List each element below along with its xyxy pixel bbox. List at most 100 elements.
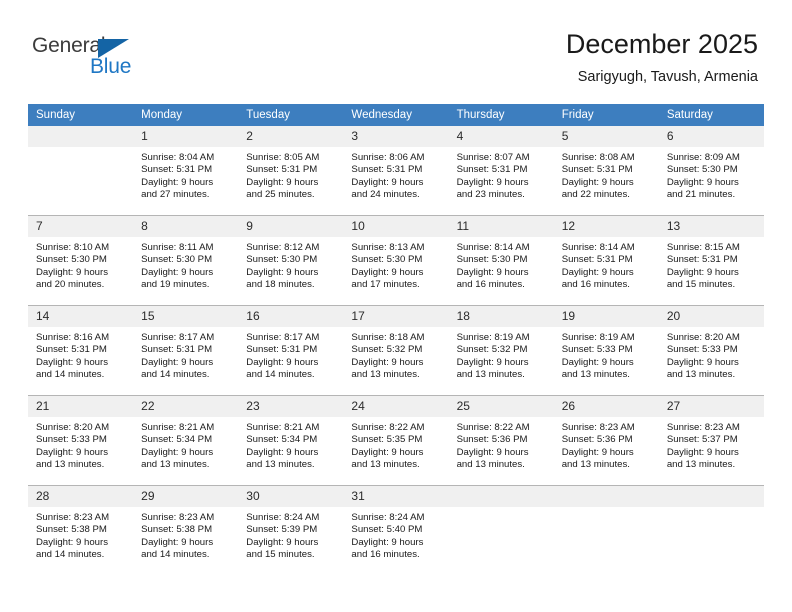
sunrise-text: Sunrise: 8:19 AM <box>561 332 635 343</box>
sunrise-text: Sunrise: 8:23 AM <box>141 512 215 523</box>
sunrise-text: Sunrise: 8:11 AM <box>141 242 214 253</box>
daylight-text-line1: Daylight: 9 hours <box>351 176 424 188</box>
sunrise-text: Sunrise: 8:10 AM <box>36 242 110 253</box>
calendar-day-cell[interactable]: 26 Sunrise: 8:23 AM Sunset: 5:36 PM Dayligh… <box>553 395 659 486</box>
day-sun-info: Sunrise: 8:10 AM Sunset: 5:30 PM Daylight:… <box>28 237 133 291</box>
calendar-day-cell[interactable]: 22 Sunrise: 8:21 AM Sunset: 5:34 PM Dayligh… <box>133 395 239 486</box>
day-sun-info: Sunrise: 8:24 AM Sunset: 5:39 PM Daylight:… <box>238 507 343 561</box>
calendar-day-cell[interactable]: 2 Sunrise: 8:05 AM Sunset: 5:31 PM Daylight… <box>238 126 344 216</box>
calendar-day-cell[interactable]: 7 Sunrise: 8:10 AM Sunset: 5:30 PM Daylight… <box>28 215 134 306</box>
sunrise-text: Sunrise: 8:23 AM <box>666 422 740 433</box>
calendar-day-cell[interactable]: 6 Sunrise: 8:09 AM Sunset: 5:30 PM Daylight… <box>658 126 764 216</box>
day-sun-info: Sunrise: 8:24 AM Sunset: 5:40 PM Daylight:… <box>343 507 448 561</box>
calendar-week-row: 28 Sunrise: 8:23 AM Sunset: 5:38 PM Dayligh… <box>28 485 764 575</box>
sunrise-text: Sunrise: 8:23 AM <box>36 512 110 523</box>
day-sun-info: Sunrise: 8:19 AM Sunset: 5:33 PM Daylight:… <box>554 327 659 381</box>
day-sun-info: Sunrise: 8:22 AM Sunset: 5:35 PM Daylight:… <box>343 417 448 471</box>
calendar-day-cell[interactable]: 28 Sunrise: 8:23 AM Sunset: 5:38 PM Dayligh… <box>28 485 134 575</box>
day-sun-info: Sunrise: 8:07 AM Sunset: 5:31 PM Daylight:… <box>449 147 554 201</box>
day-sun-info: Sunrise: 8:19 AM Sunset: 5:32 PM Daylight:… <box>449 327 554 381</box>
daylight-text-line2: and 13 minutes. <box>561 368 630 380</box>
general-blue-logo[interactable]: General Blue <box>32 34 182 86</box>
calendar-day-cell[interactable]: 15 Sunrise: 8:17 AM Sunset: 5:31 PM Dayligh… <box>133 305 239 396</box>
day-number: 15 <box>133 306 239 327</box>
day-number: 23 <box>238 396 344 417</box>
daylight-text-line1: Daylight: 9 hours <box>666 446 739 458</box>
calendar-day-cell[interactable]: 17 Sunrise: 8:18 AM Sunset: 5:32 PM Dayligh… <box>343 305 449 396</box>
day-number: 3 <box>343 126 449 147</box>
day-sun-info: Sunrise: 8:20 AM Sunset: 5:33 PM Daylight:… <box>659 327 764 381</box>
day-number: 25 <box>448 396 554 417</box>
calendar-day-cell[interactable]: 8 Sunrise: 8:11 AM Sunset: 5:30 PM Daylight… <box>133 215 239 306</box>
daylight-text-line1: Daylight: 9 hours <box>36 356 108 368</box>
daylight-text-line2: and 27 minutes. <box>141 188 210 200</box>
calendar-day-cell[interactable]: 10 Sunrise: 8:13 AM Sunset: 5:30 PM Dayligh… <box>343 215 449 306</box>
day-sun-info: Sunrise: 8:23 AM Sunset: 5:38 PM Daylight:… <box>28 507 133 561</box>
sunrise-text: Sunrise: 8:22 AM <box>456 422 530 433</box>
sunrise-text: Sunrise: 8:05 AM <box>246 152 320 163</box>
calendar-day-cell[interactable]: 29 Sunrise: 8:23 AM Sunset: 5:38 PM Dayligh… <box>133 485 239 575</box>
daylight-text-line2: and 23 minutes. <box>456 188 525 200</box>
day-number: 8 <box>133 216 239 237</box>
daylight-text-line1: Daylight: 9 hours <box>561 356 634 368</box>
daylight-text-line2: and 18 minutes. <box>246 278 315 290</box>
page-header: General Blue December 2025 Sarigyugh, Ta… <box>0 0 792 104</box>
daylight-text-line2: and 20 minutes. <box>36 278 105 290</box>
sunset-text: Sunset: 5:35 PM <box>351 434 423 446</box>
day-number: 27 <box>658 396 764 417</box>
calendar-day-cell[interactable]: 24 Sunrise: 8:22 AM Sunset: 5:35 PM Dayligh… <box>343 395 449 486</box>
day-number <box>448 486 554 507</box>
calendar-day-cell[interactable]: 14 Sunrise: 8:16 AM Sunset: 5:31 PM Dayligh… <box>28 305 134 396</box>
weekday-header-sunday: Sunday <box>28 104 134 126</box>
day-number: 28 <box>28 486 134 507</box>
day-number: 11 <box>448 216 554 237</box>
sunrise-text: Sunrise: 8:21 AM <box>246 422 320 433</box>
calendar-day-cell[interactable]: 5 Sunrise: 8:08 AM Sunset: 5:31 PM Daylight… <box>553 126 659 216</box>
weekday-header-row: Sunday Monday Tuesday Wednesday Thursday… <box>28 104 764 126</box>
daylight-text-line1: Daylight: 9 hours <box>36 446 108 458</box>
daylight-text-line1: Daylight: 9 hours <box>36 266 108 278</box>
day-number <box>658 486 764 507</box>
calendar-day-cell[interactable]: 11 Sunrise: 8:14 AM Sunset: 5:30 PM Dayligh… <box>448 215 554 306</box>
calendar-day-cell[interactable]: 27 Sunrise: 8:23 AM Sunset: 5:37 PM Dayligh… <box>658 395 764 486</box>
daylight-text-line1: Daylight: 9 hours <box>141 446 214 458</box>
calendar-week-row: 7 Sunrise: 8:10 AM Sunset: 5:30 PM Daylight… <box>28 215 764 306</box>
calendar-day-cell[interactable]: 21 Sunrise: 8:20 AM Sunset: 5:33 PM Dayligh… <box>28 395 134 486</box>
day-number: 26 <box>553 396 659 417</box>
calendar-day-cell[interactable]: 12 Sunrise: 8:14 AM Sunset: 5:31 PM Dayligh… <box>553 215 659 306</box>
calendar-day-cell[interactable]: 23 Sunrise: 8:21 AM Sunset: 5:34 PM Dayligh… <box>238 395 344 486</box>
day-number <box>553 486 659 507</box>
calendar-day-cell[interactable]: 1 Sunrise: 8:04 AM Sunset: 5:31 PM Daylight… <box>133 126 239 216</box>
day-number: 24 <box>343 396 449 417</box>
daylight-text-line2: and 14 minutes. <box>36 368 105 380</box>
calendar-week-row: 21 Sunrise: 8:20 AM Sunset: 5:33 PM Dayligh… <box>28 395 764 486</box>
page-title: December 2025 <box>565 29 758 59</box>
day-sun-info: Sunrise: 8:08 AM Sunset: 5:31 PM Daylight:… <box>554 147 659 201</box>
sunset-text: Sunset: 5:31 PM <box>351 164 423 176</box>
daylight-text-line1: Daylight: 9 hours <box>351 446 424 458</box>
calendar-day-cell[interactable]: 31 Sunrise: 8:24 AM Sunset: 5:40 PM Dayligh… <box>343 485 449 575</box>
calendar-day-cell[interactable]: 13 Sunrise: 8:15 AM Sunset: 5:31 PM Dayligh… <box>658 215 764 306</box>
daylight-text-line1: Daylight: 9 hours <box>141 176 214 188</box>
sunset-text: Sunset: 5:31 PM <box>246 344 318 356</box>
daylight-text-line2: and 16 minutes. <box>351 548 420 560</box>
calendar-day-cell[interactable]: 30 Sunrise: 8:24 AM Sunset: 5:39 PM Dayligh… <box>238 485 344 575</box>
calendar-day-cell[interactable]: 18 Sunrise: 8:19 AM Sunset: 5:32 PM Dayligh… <box>448 305 554 396</box>
calendar-day-cell[interactable]: 3 Sunrise: 8:06 AM Sunset: 5:31 PM Daylight… <box>343 126 449 216</box>
calendar-day-cell[interactable]: 25 Sunrise: 8:22 AM Sunset: 5:36 PM Dayligh… <box>448 395 554 486</box>
daylight-text-line1: Daylight: 9 hours <box>666 266 739 278</box>
calendar-day-cell[interactable]: 4 Sunrise: 8:07 AM Sunset: 5:31 PM Daylight… <box>448 126 554 216</box>
calendar-day-cell[interactable]: 16 Sunrise: 8:17 AM Sunset: 5:31 PM Dayligh… <box>238 305 344 396</box>
calendar-day-cell[interactable]: 9 Sunrise: 8:12 AM Sunset: 5:30 PM Daylight… <box>238 215 344 306</box>
calendar-day-cell[interactable]: 19 Sunrise: 8:19 AM Sunset: 5:33 PM Dayligh… <box>553 305 659 396</box>
calendar-day-cell[interactable]: 20 Sunrise: 8:20 AM Sunset: 5:33 PM Dayligh… <box>658 305 764 396</box>
sunrise-text: Sunrise: 8:07 AM <box>456 152 530 163</box>
day-number: 4 <box>448 126 554 147</box>
sunrise-text: Sunrise: 8:18 AM <box>351 332 425 343</box>
daylight-text-line2: and 13 minutes. <box>141 458 210 470</box>
daylight-text-line1: Daylight: 9 hours <box>456 266 529 278</box>
day-number: 5 <box>553 126 659 147</box>
day-sun-info: Sunrise: 8:20 AM Sunset: 5:33 PM Daylight:… <box>28 417 133 471</box>
day-number: 9 <box>238 216 344 237</box>
sunset-text: Sunset: 5:31 PM <box>456 164 528 176</box>
